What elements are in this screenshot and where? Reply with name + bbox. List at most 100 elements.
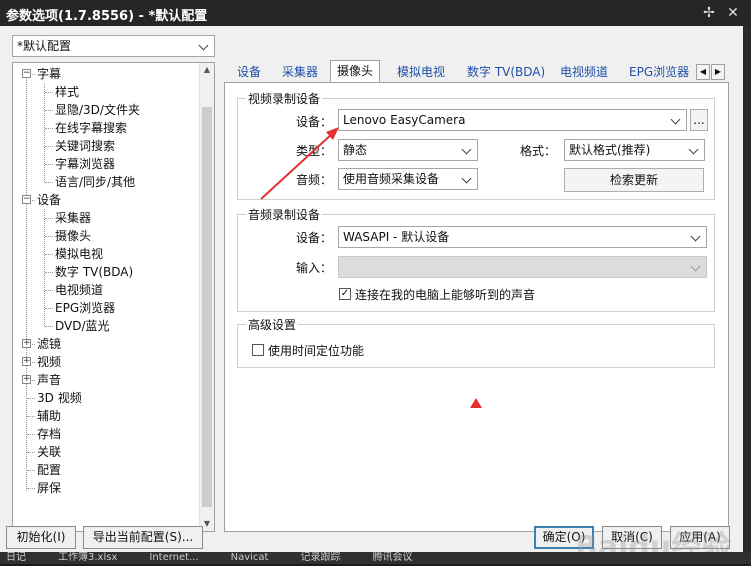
audio-source-value: 使用音频采集设备 xyxy=(343,172,440,186)
audio-source-select[interactable]: 使用音频采集设备 xyxy=(338,168,478,190)
audio-input-select[interactable] xyxy=(338,256,707,278)
tree-guide-line xyxy=(27,416,35,417)
tree-guide-line xyxy=(45,290,53,291)
taskbar-item[interactable]: 记录跟踪 xyxy=(300,552,340,563)
settings-tree: 字幕 − 样式 显隐/3D/文件夹 在线字幕搜索 关键词搜索 字幕浏览器 语言/同步/其他 设备… xyxy=(12,62,215,532)
video-group-legend: 视频录制设备 xyxy=(246,90,323,107)
tree-category[interactable]: 视频 xyxy=(37,353,61,371)
audio-label: 音频： xyxy=(296,173,333,187)
tree-item-label: 关联 xyxy=(37,445,62,459)
tree-category[interactable]: 滤镜 xyxy=(37,335,61,353)
tree-item[interactable]: EPG浏览器 xyxy=(55,299,115,317)
close-icon[interactable]: ✕ xyxy=(724,4,742,22)
tree-item[interactable]: 样式 xyxy=(55,83,79,101)
taskbar-item[interactable]: Navicat xyxy=(231,552,269,563)
tree-item-label: 屏保 xyxy=(37,481,62,495)
title-bar: 参数选项(1.7.8556) - *默认配置 ✢ ✕ xyxy=(0,0,751,26)
chevron-down-icon xyxy=(688,140,700,160)
tree-category[interactable]: 设备 xyxy=(37,191,61,209)
tab-scroll-right-icon[interactable]: ▶ xyxy=(711,64,725,80)
expand-icon[interactable]: + xyxy=(22,357,31,366)
background-edge xyxy=(743,26,751,564)
tab-device[interactable]: 设备 xyxy=(231,62,267,82)
scrollbar-thumb[interactable] xyxy=(202,107,212,507)
tree-item[interactable]: 采集器 xyxy=(55,209,91,227)
taskbar-item[interactable]: 腾讯会议 xyxy=(372,552,412,563)
tab-capture[interactable]: 采集器 xyxy=(276,62,324,82)
tree-item[interactable]: 数字 TV(BDA) xyxy=(55,263,133,281)
video-device-select[interactable]: Lenovo EasyCamera xyxy=(338,109,687,131)
audio-device-select[interactable]: WASAPI - 默认设备 xyxy=(338,226,707,248)
loopback-checkbox[interactable]: ✓ xyxy=(339,288,351,300)
checkmark-icon: ✓ xyxy=(340,288,350,299)
audio-recording-group: 音频录制设备 设备： WASAPI - 默认设备 输入： ✓ 连接在我的电脑上能… xyxy=(237,206,715,312)
taskbar: 日记 工作簿3.xlsx Internet... Navicat 记录跟踪 腾讯会议 xyxy=(0,552,751,564)
tab-camera[interactable]: 摄像头 xyxy=(330,60,381,83)
tab-epg[interactable]: EPG浏览器 xyxy=(623,62,695,82)
scroll-up-icon[interactable]: ▲ xyxy=(200,63,214,77)
tree-item[interactable]: 显隐/3D/文件夹 xyxy=(55,101,140,119)
tree-category[interactable]: 声音 xyxy=(37,371,61,389)
pin-icon[interactable]: ✢ xyxy=(700,4,718,22)
video-recording-group: 视频录制设备 设备： Lenovo EasyCamera ... 类型： 静态 … xyxy=(237,90,715,200)
tree-item-label: 关键词搜索 xyxy=(55,139,116,153)
tree-category[interactable]: 3D 视频 xyxy=(37,389,82,407)
tree-category[interactable]: 存档 xyxy=(37,425,61,443)
tree-category[interactable]: 屏保 xyxy=(37,479,61,497)
tree-item[interactable]: 在线字幕搜索 xyxy=(55,119,127,137)
tab-scroll-left-icon[interactable]: ◀ xyxy=(696,64,710,80)
tree-item-label: 存档 xyxy=(37,427,62,441)
tree-guide-line xyxy=(27,434,35,435)
loopback-label[interactable]: 连接在我的电脑上能够听到的声音 xyxy=(355,286,535,303)
tree-item[interactable]: DVD/蓝光 xyxy=(55,317,110,335)
tree-guide-line xyxy=(27,488,35,489)
export-config-button[interactable]: 导出当前配置(S)... xyxy=(83,526,203,549)
tree-item[interactable]: 电视频道 xyxy=(55,281,103,299)
audio-device-value: WASAPI - 默认设备 xyxy=(343,230,450,244)
expand-icon[interactable]: + xyxy=(22,375,31,384)
tree-item-label: 滤镜 xyxy=(37,337,62,351)
tree-item-label: 辅助 xyxy=(37,409,62,423)
format-label: 格式： xyxy=(520,144,557,158)
taskbar-item[interactable]: 日记 xyxy=(6,552,26,563)
profile-select[interactable]: *默认配置 xyxy=(12,35,215,57)
taskbar-item[interactable]: Internet... xyxy=(149,552,198,563)
tree-guide-line xyxy=(26,74,27,491)
type-select[interactable]: 静态 xyxy=(338,139,478,161)
tree-item-label: 显隐/3D/文件夹 xyxy=(55,103,140,117)
advanced-group-legend: 高级设置 xyxy=(246,316,299,333)
tree-scrollbar[interactable]: ▲ ▼ xyxy=(199,63,214,531)
timepos-checkbox[interactable] xyxy=(252,344,264,356)
tree-item-label: 电视频道 xyxy=(55,283,104,297)
tree-item[interactable]: 语言/同步/其他 xyxy=(55,173,135,191)
tree-item-label: 模拟电视 xyxy=(55,247,104,261)
tree-category[interactable]: 辅助 xyxy=(37,407,61,425)
tree-category[interactable]: 配置 xyxy=(37,461,61,479)
window-title: 参数选项(1.7.8556) - *默认配置 xyxy=(6,9,208,24)
tree-item[interactable]: 字幕浏览器 xyxy=(55,155,115,173)
timepos-label[interactable]: 使用时间定位功能 xyxy=(268,342,364,359)
tab-analog-tv[interactable]: 模拟电视 xyxy=(391,62,451,82)
tree-item-label: 设备 xyxy=(37,193,62,207)
tree-item[interactable]: 摄像头 xyxy=(55,227,91,245)
initialize-button[interactable]: 初始化(I) xyxy=(6,526,76,549)
tab-tv-channels[interactable]: 电视频道 xyxy=(554,62,614,82)
tree-item-label: 视频 xyxy=(37,355,62,369)
taskbar-item[interactable]: 工作簿3.xlsx xyxy=(58,552,117,563)
audio-input-label: 输入： xyxy=(296,261,333,275)
refresh-button[interactable]: 检索更新 xyxy=(564,168,704,192)
tree-item-label: 配置 xyxy=(37,463,62,477)
collapse-icon[interactable]: − xyxy=(22,69,31,78)
tree-guide-line xyxy=(45,92,53,93)
video-device-more-button[interactable]: ... xyxy=(690,109,708,131)
tree-category[interactable]: 字幕 xyxy=(37,65,61,83)
expand-icon[interactable]: + xyxy=(22,339,31,348)
tree-item[interactable]: 关键词搜索 xyxy=(55,137,115,155)
collapse-icon[interactable]: − xyxy=(22,195,31,204)
tree-item[interactable]: 模拟电视 xyxy=(55,245,103,263)
tab-digital-tv[interactable]: 数字 TV(BDA) xyxy=(461,62,551,82)
annotation-triangle-icon xyxy=(470,398,482,408)
format-select[interactable]: 默认格式(推荐) xyxy=(564,139,705,161)
tree-category[interactable]: 关联 xyxy=(37,443,61,461)
tree-item-label: 字幕浏览器 xyxy=(55,157,116,171)
